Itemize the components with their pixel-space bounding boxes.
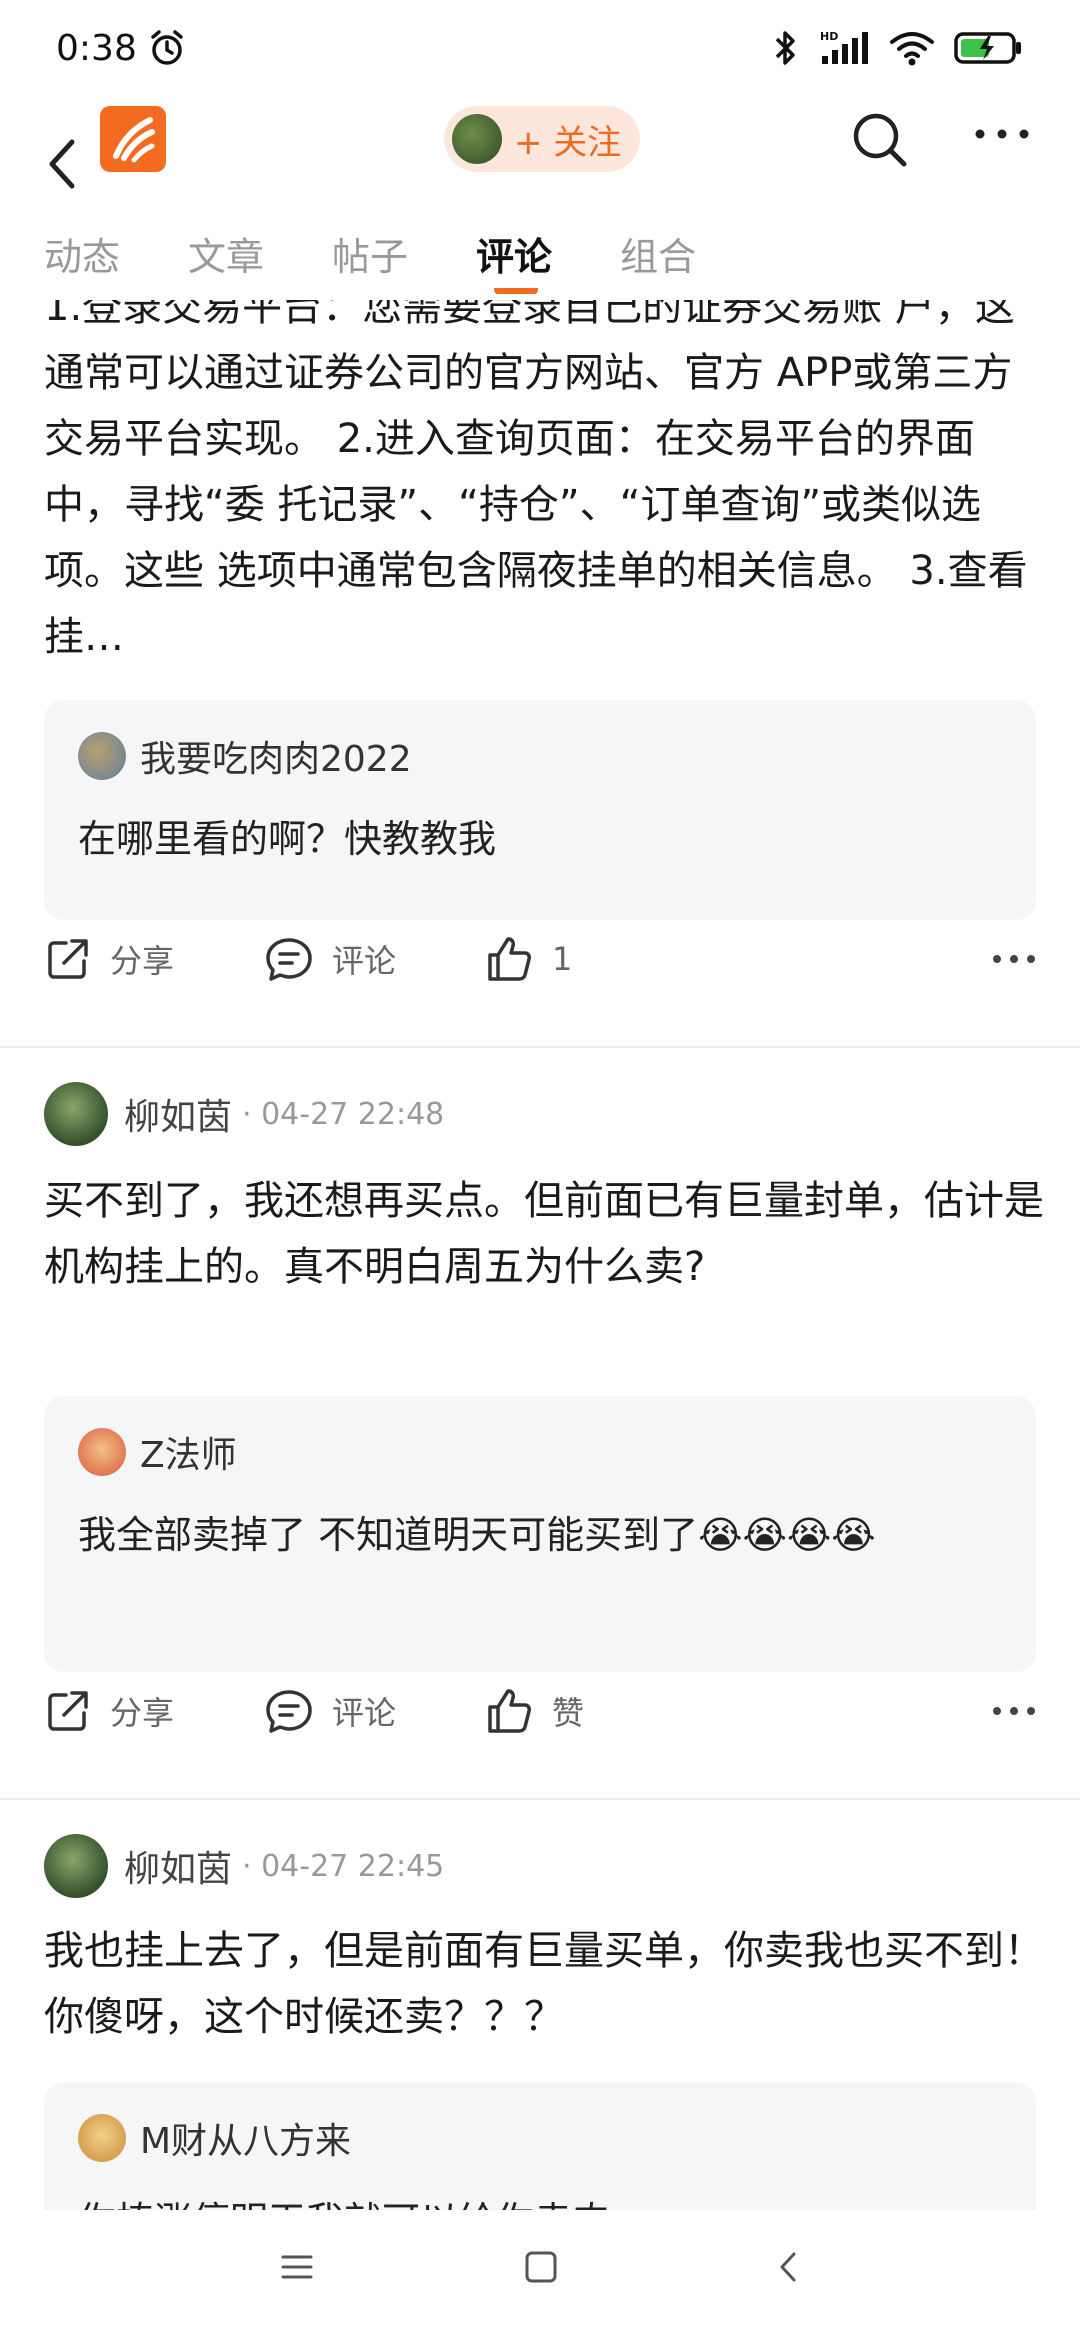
comment-header: 柳如茵 · 04-27 22:48 (44, 1082, 444, 1146)
like-button[interactable]: 赞 (484, 1687, 704, 1735)
follow-label: + 关注 (514, 122, 622, 163)
comment-icon (266, 938, 312, 981)
avatar[interactable] (44, 1082, 108, 1146)
follow-button[interactable]: + 关注 (444, 106, 640, 172)
thumbs-up-icon (488, 1689, 531, 1733)
avatar (78, 732, 126, 780)
comment-button[interactable]: 评论 (264, 935, 484, 983)
system-nav-bar (0, 2210, 1080, 2340)
comment-username[interactable]: 柳如茵 (124, 1088, 232, 1140)
share-icon (48, 1691, 88, 1731)
quote-username: M财从八方来 (140, 2121, 352, 2162)
comment-time: · 04-27 22:45 (242, 1848, 445, 1884)
app-logo[interactable] (100, 106, 166, 172)
thumbs-up-icon (488, 937, 531, 981)
share-button[interactable]: 分享 (44, 935, 264, 983)
tab-bar: 动态 文章 帖子 评论 组合 (0, 218, 1080, 304)
comment-feed[interactable]: 1.登录交易平台：您需要登录自己的证券交易账 户，这通常可以通过证券公司的官方网… (0, 300, 1080, 2210)
quote-text: 你植涨停明天我就可以给你卖肉 (78, 2190, 1002, 2210)
avatar (78, 2114, 126, 2162)
menu-icon[interactable] (280, 2250, 314, 2284)
tab-articles[interactable]: 文章 (188, 218, 264, 288)
more-icon[interactable] (992, 1703, 1036, 1719)
tab-comments[interactable]: 评论 (476, 218, 552, 294)
like-button[interactable]: 1 (484, 935, 704, 983)
avatar (78, 1428, 126, 1476)
divider (0, 1046, 1080, 1048)
avatar[interactable] (44, 1834, 108, 1898)
status-bar: 0:38 HD (0, 0, 1080, 96)
share-icon (48, 939, 88, 979)
comment-icon (266, 1690, 312, 1733)
tab-posts[interactable]: 帖子 (332, 218, 408, 288)
header: + 关注 (0, 96, 1080, 236)
bluetooth-icon (775, 31, 795, 65)
follow-avatar (452, 114, 502, 164)
action-bar: 分享 评论 1 (44, 924, 1036, 994)
home-icon[interactable] (524, 2250, 558, 2284)
post-text[interactable]: 1.登录交易平台：您需要登录自己的证券交易账 户，这通常可以通过证券公司的官方网… (44, 300, 1044, 664)
comment-label: 评论 (332, 942, 397, 980)
svg-text:HD: HD (820, 30, 838, 43)
share-button[interactable]: 分享 (44, 1687, 264, 1735)
more-icon[interactable] (992, 951, 1036, 967)
comment-header: 柳如茵 · 04-27 22:45 (44, 1834, 444, 1898)
wifi-icon (890, 32, 934, 66)
like-label: 赞 (552, 1694, 585, 1732)
quote-username: 我要吃肉肉2022 (140, 739, 412, 780)
comment-button[interactable]: 评论 (264, 1687, 484, 1735)
quoted-comment[interactable]: 我要吃肉肉2022 在哪里看的啊？快教教我 (44, 700, 1036, 920)
more-icon[interactable] (974, 124, 1030, 144)
divider (0, 1798, 1080, 1800)
battery-charging-icon (954, 32, 1021, 64)
tab-portfolio[interactable]: 组合 (620, 218, 696, 288)
quote-username: Z法师 (140, 1435, 237, 1476)
tab-dynamics[interactable]: 动态 (44, 218, 120, 288)
comment-username[interactable]: 柳如茵 (124, 1840, 232, 1892)
search-icon[interactable] (850, 110, 910, 170)
comment-label: 评论 (332, 1694, 397, 1732)
comment-time: · 04-27 22:48 (242, 1096, 445, 1132)
back-icon[interactable] (40, 132, 84, 196)
quote-text: 在哪里看的啊？快教教我 (78, 817, 497, 861)
status-time: 0:38 (56, 27, 137, 69)
quote-text: 我全部卖掉了 不知道明天可能买到了😭😭😭😭 (78, 1513, 876, 1557)
back-nav-icon[interactable] (772, 2250, 806, 2284)
quoted-comment[interactable]: M财从八方来 你植涨停明天我就可以给你卖肉 (44, 2082, 1036, 2210)
share-label: 分享 (110, 942, 175, 980)
comment-text[interactable]: 买不到了，我还想再买点。但前面已有巨量封单，估计是机构挂上的。真不明白周五为什么… (44, 1168, 1044, 1300)
signal-hd-icon: HD (820, 30, 868, 64)
action-bar: 分享 评论 赞 (44, 1676, 1036, 1746)
alarm-icon (151, 30, 183, 65)
comment-text[interactable]: 我也挂上去了，但是前面有巨量买单，你卖我也买不到！你傻呀，这个时候还卖？？？ (44, 1918, 1044, 2050)
like-count: 1 (552, 940, 573, 978)
quoted-comment[interactable]: Z法师 我全部卖掉了 不知道明天可能买到了😭😭😭😭 (44, 1396, 1036, 1672)
share-label: 分享 (110, 1694, 175, 1732)
